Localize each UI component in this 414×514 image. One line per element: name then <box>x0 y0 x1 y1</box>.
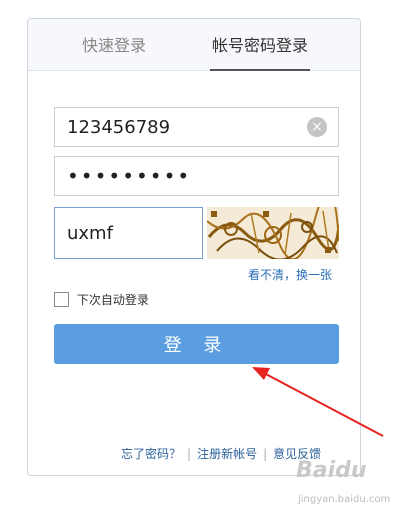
watermark-domain: jingyan.baidu.com <box>298 494 391 505</box>
auto-login-label: 下次自动登录 <box>76 293 149 307</box>
captcha-noise-graphic <box>207 207 339 259</box>
login-panel: 快速登录 帐号密码登录 × 看不清，换一张 下次自动登录 登 录 忘了密码？ | 注… <box>27 18 361 476</box>
clear-icon[interactable]: × <box>307 117 327 137</box>
footer-separator: | <box>187 447 192 461</box>
footer-separator: | <box>263 447 268 461</box>
login-tabs: 快速登录 帐号密码登录 <box>28 19 360 71</box>
captcha-input[interactable] <box>54 207 203 259</box>
footer-links: 忘了密码？ | 注册新帐号 | 意见反馈 <box>121 445 321 462</box>
forgot-password-link[interactable]: 忘了密码？ <box>121 447 181 461</box>
register-link[interactable]: 注册新帐号 <box>197 447 257 461</box>
captcha-image[interactable] <box>207 207 339 259</box>
baidu-watermark: Baidu jingyan.baidu.com <box>296 458 412 510</box>
auto-login-checkbox[interactable] <box>54 292 69 307</box>
watermark-logo: Baidu <box>296 458 367 483</box>
login-button[interactable]: 登 录 <box>54 324 339 364</box>
username-input[interactable] <box>54 107 339 147</box>
auto-login-option[interactable]: 下次自动登录 <box>54 291 149 309</box>
tab-account-login[interactable]: 帐号密码登录 <box>210 19 310 71</box>
refresh-captcha-link[interactable]: 看不清，换一张 <box>248 266 332 283</box>
password-input[interactable] <box>54 156 339 196</box>
tab-quick-login[interactable]: 快速登录 <box>56 19 172 70</box>
